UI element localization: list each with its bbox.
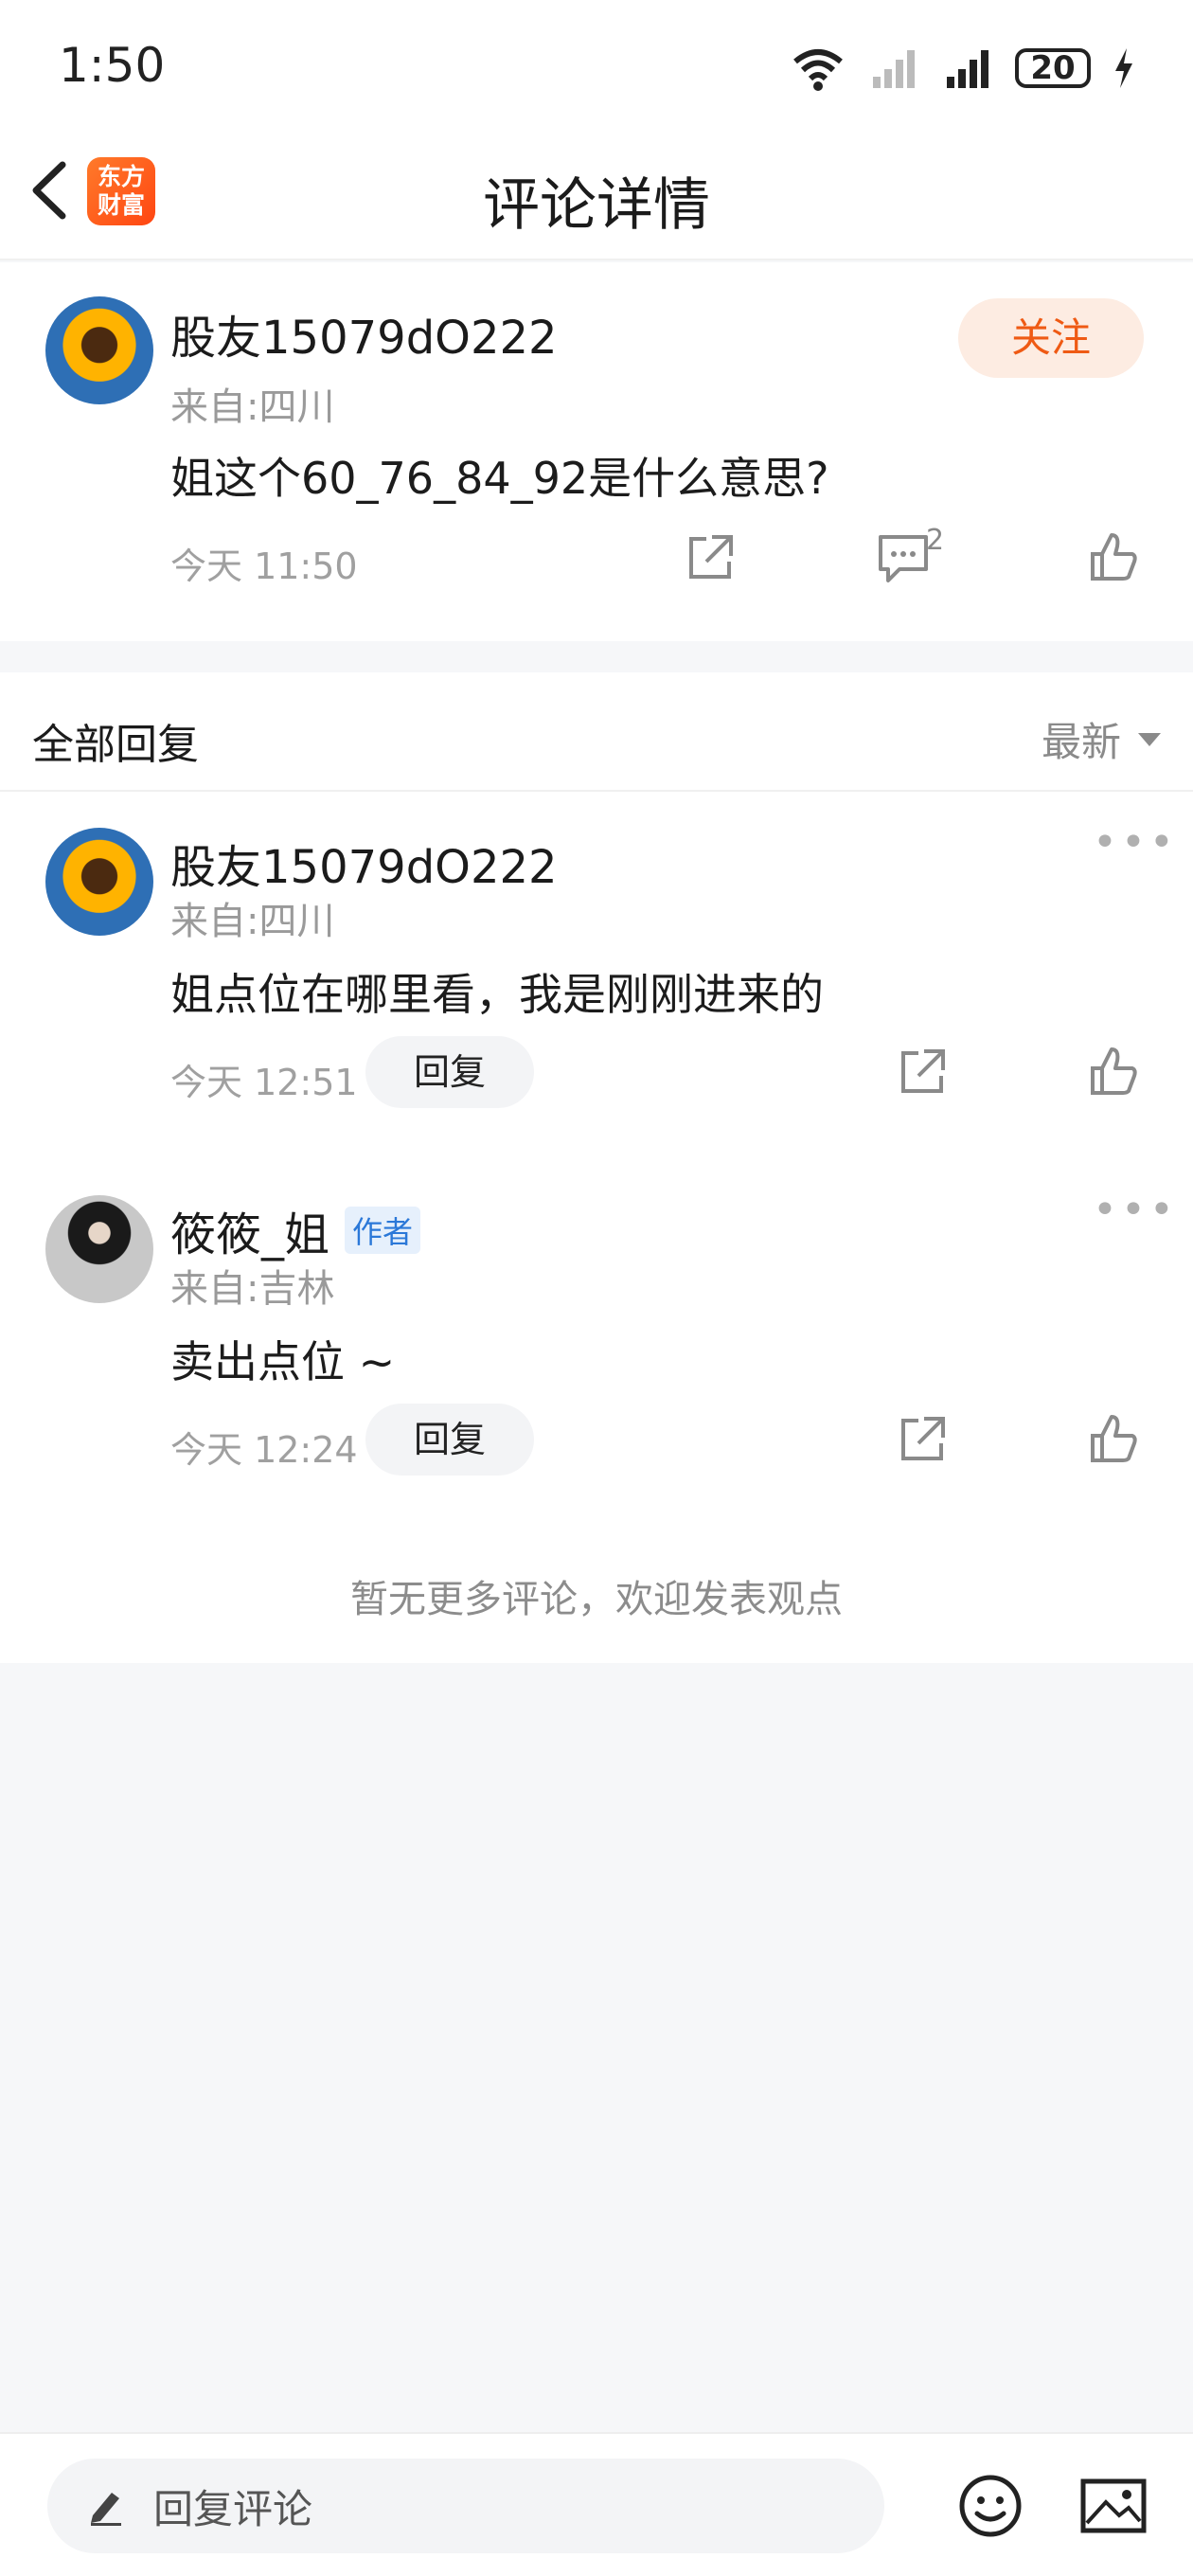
main-comment: 股友15079dO222 来自:四川 姐这个60_76_84_92是什么意思? …: [0, 262, 1193, 641]
status-bar: 1:50 20: [0, 0, 1193, 123]
signal-muted-icon: [873, 50, 915, 88]
username[interactable]: 筱筱_姐: [170, 1197, 329, 1263]
username[interactable]: 股友15079dO222: [170, 300, 558, 367]
like-icon[interactable]: [1085, 1044, 1142, 1100]
charging-icon: [1115, 48, 1132, 88]
like-icon[interactable]: [1085, 1411, 1142, 1468]
more-options-icon[interactable]: •••: [1093, 818, 1178, 867]
status-time: 1:50: [59, 38, 166, 93]
location-text: 来自:吉林: [170, 1267, 335, 1311]
comment-text: 姐这个60_76_84_92是什么意思?: [170, 453, 829, 504]
reply-input-placeholder: 回复评论: [153, 2485, 313, 2532]
username[interactable]: 股友15079dO222: [170, 830, 558, 896]
emoji-icon[interactable]: [958, 2474, 1023, 2538]
signal-icon: [947, 50, 988, 88]
share-icon[interactable]: [682, 529, 739, 586]
reply-time: 今天 12:51: [170, 1062, 358, 1103]
end-of-list-text: 暂无更多评论，欢迎发表观点: [350, 1578, 843, 1621]
sort-label: 最新: [1041, 719, 1121, 765]
share-icon[interactable]: [894, 1411, 951, 1468]
avatar[interactable]: [45, 296, 153, 404]
top-nav: 东方 财富 评论详情: [0, 123, 1193, 260]
location-text: 来自:四川: [170, 385, 335, 429]
wifi-icon: [793, 49, 843, 91]
reply-button[interactable]: 回复: [365, 1036, 534, 1108]
replies-list: 股友15079dO222 ••• 来自:四川 姐点位在哪里看，我是刚刚进来的 今…: [0, 792, 1193, 1663]
reply-input[interactable]: 回复评论: [47, 2459, 884, 2553]
author-badge: 作者: [345, 1207, 421, 1254]
pencil-icon: [91, 2493, 121, 2526]
reply-text: 姐点位在哪里看，我是刚刚进来的: [170, 969, 824, 1020]
replies-header: 全部回复 最新: [0, 672, 1193, 792]
like-icon[interactable]: [1085, 529, 1142, 586]
battery-indicator: 20: [1015, 48, 1091, 88]
reply-count: 2: [926, 524, 945, 557]
reply-button[interactable]: 回复: [365, 1404, 534, 1476]
comment-time: 今天 11:50: [170, 546, 358, 587]
comment-icon[interactable]: [875, 529, 932, 586]
status-icons: 20: [790, 40, 1136, 97]
reply-item: 股友15079dO222 ••• 来自:四川 姐点位在哪里看，我是刚刚进来的 今…: [0, 792, 1193, 1152]
avatar[interactable]: [45, 1195, 153, 1303]
avatar[interactable]: [45, 828, 153, 936]
username-row: 筱筱_姐 作者: [170, 1197, 421, 1263]
location-text: 来自:四川: [170, 900, 335, 943]
sort-dropdown[interactable]: 最新: [1042, 710, 1161, 768]
bottom-bar: 回复评论: [0, 2432, 1193, 2576]
chevron-down-icon: [1138, 732, 1161, 746]
more-options-icon[interactable]: •••: [1093, 1186, 1178, 1234]
reply-text: 卖出点位 ~: [170, 1336, 396, 1387]
reply-time: 今天 12:24: [170, 1429, 358, 1471]
reply-item: 筱筱_姐 作者 ••• 来自:吉林 卖出点位 ~ 今天 12:24 回复: [0, 1159, 1193, 1519]
page-title: 评论详情: [483, 172, 710, 239]
share-icon[interactable]: [894, 1044, 951, 1100]
follow-button[interactable]: 关注: [958, 298, 1144, 378]
section-title: 全部回复: [32, 721, 199, 769]
image-icon[interactable]: [1079, 2476, 1148, 2536]
